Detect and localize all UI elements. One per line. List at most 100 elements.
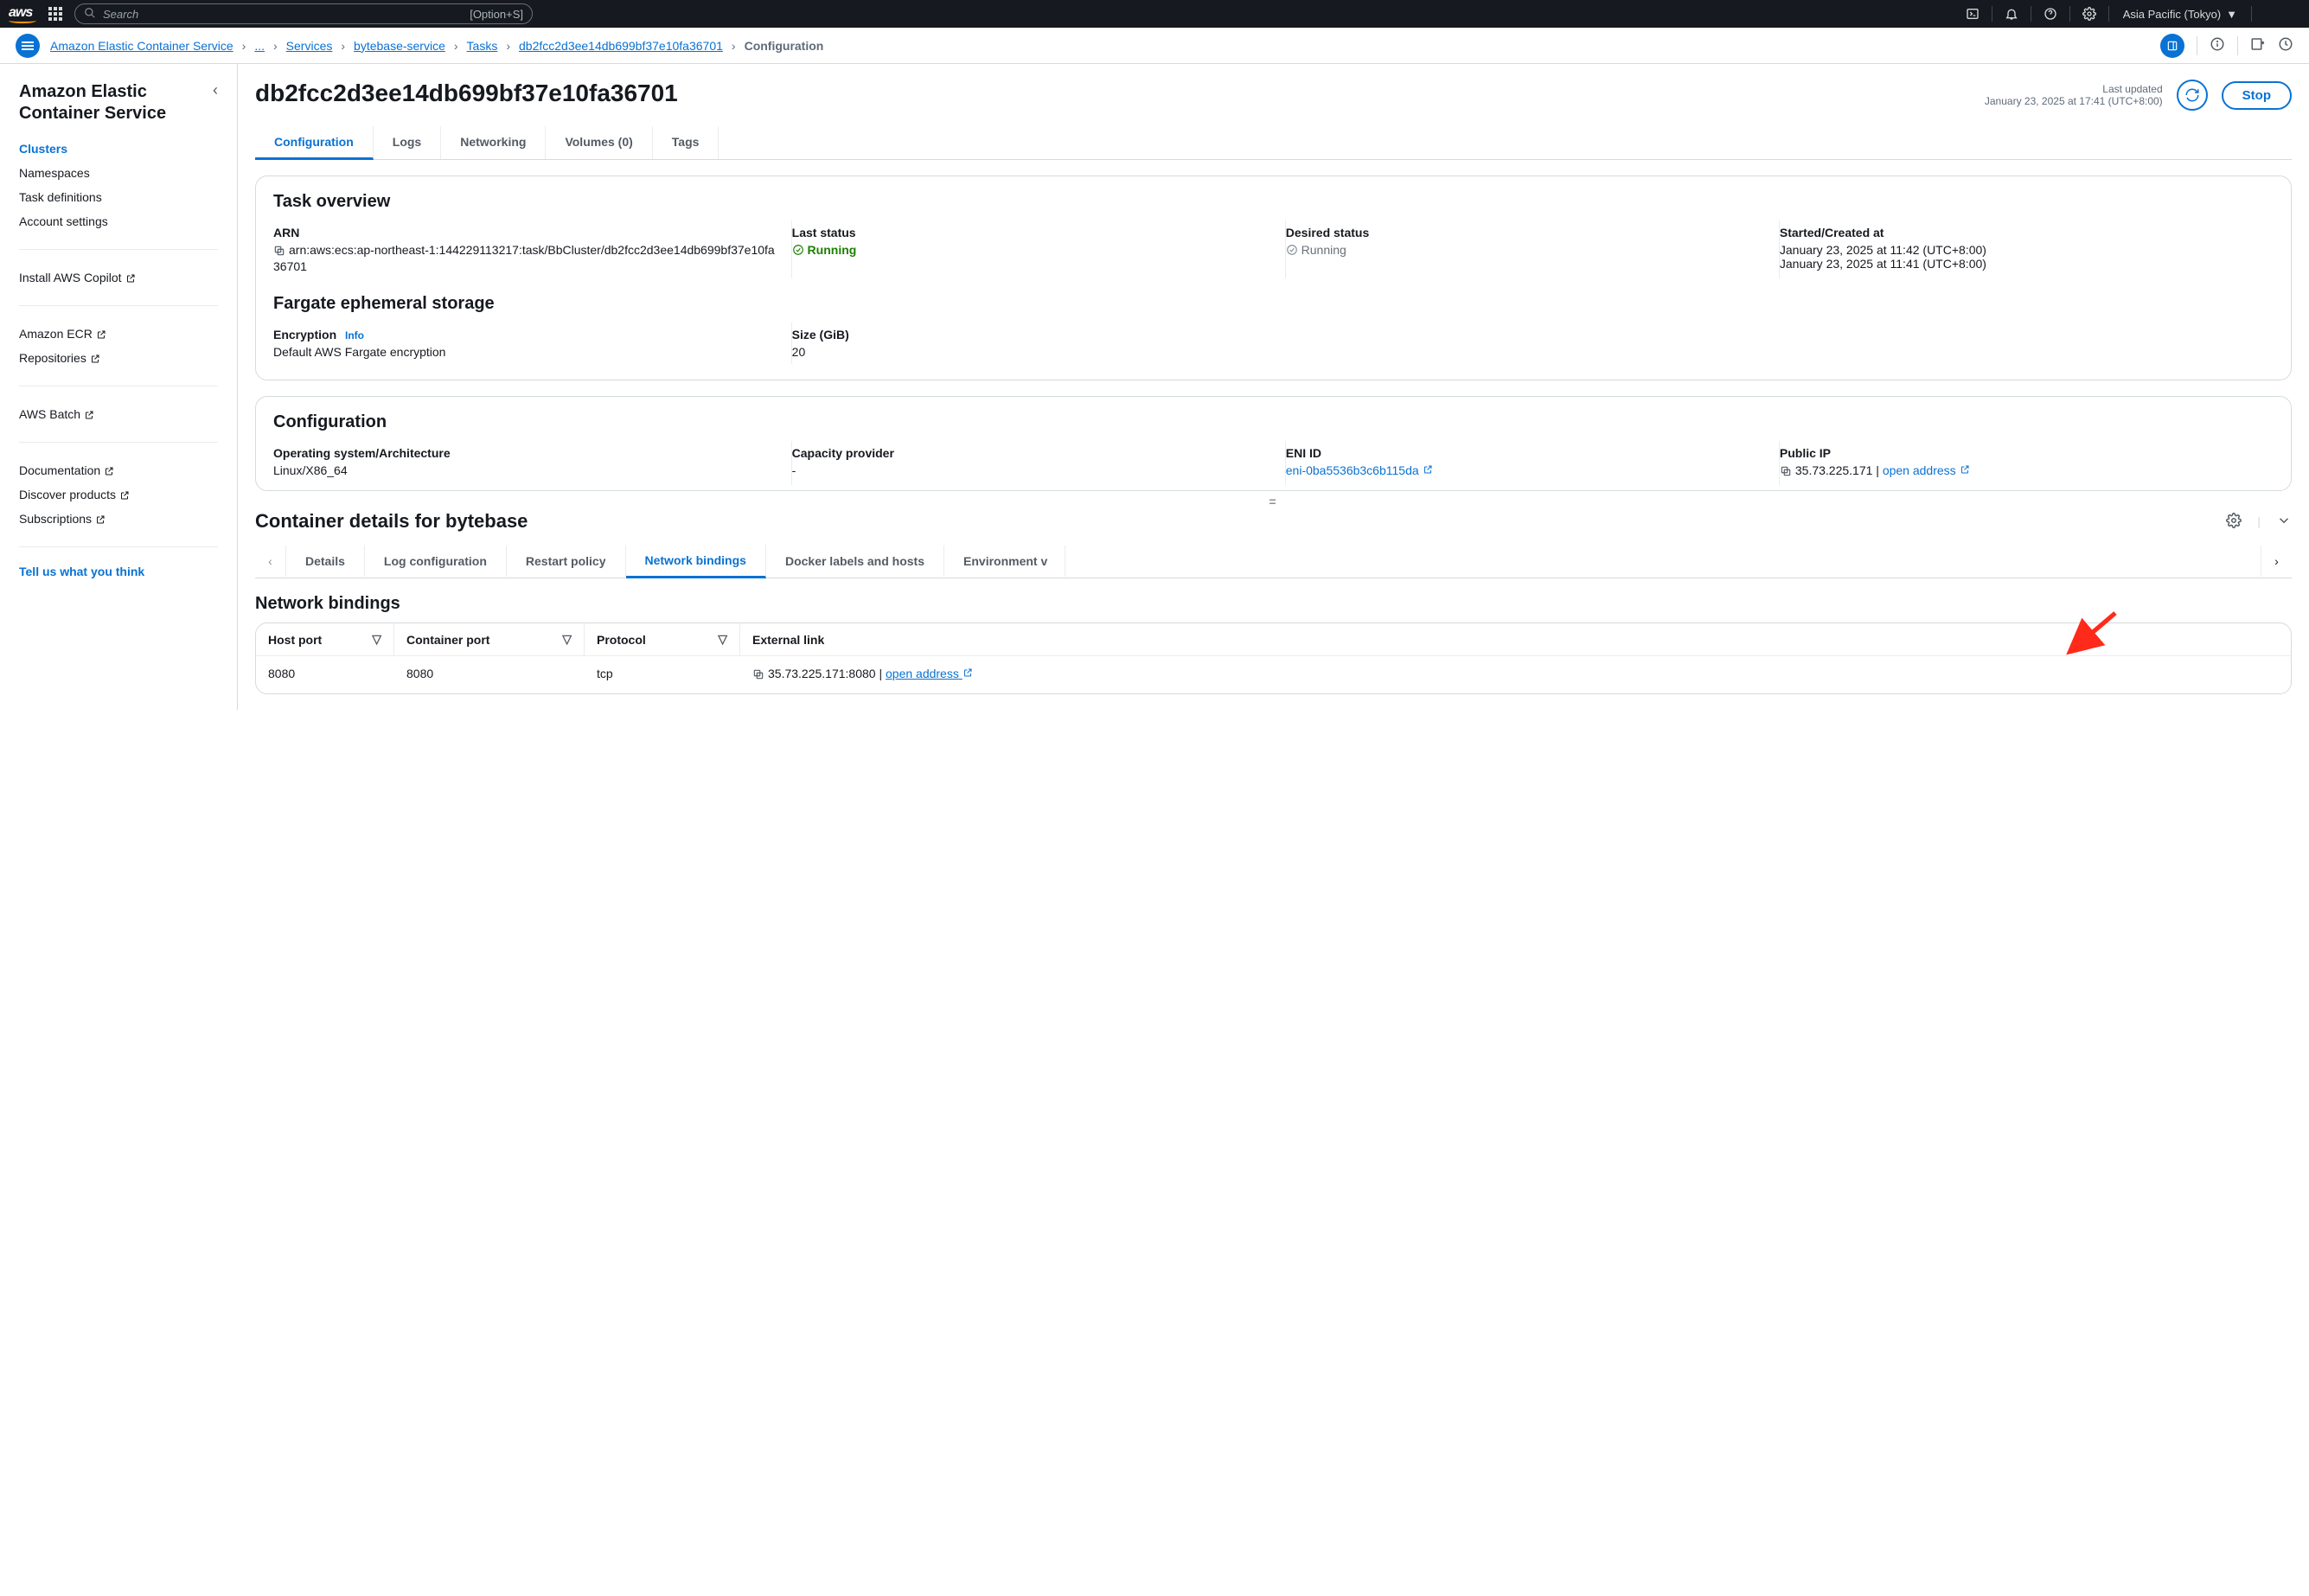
last-status-label: Last status [792,226,1273,239]
started-value-1: January 23, 2025 at 11:42 (UTC+8:00) [1780,243,2261,257]
tab-volumes[interactable]: Volumes (0) [546,126,652,159]
info-icon[interactable] [2210,36,2225,54]
gear-icon[interactable] [2226,513,2242,531]
breadcrumb-link[interactable]: db2fcc2d3ee14db699bf37e10fa36701 [519,39,723,53]
help-icon[interactable] [2037,0,2064,28]
tab-networking[interactable]: Networking [441,126,546,159]
main-content: db2fcc2d3ee14db699bf37e10fa36701 Last up… [238,64,2309,710]
container-details-head: Container details for bytebase | [255,510,2292,533]
search-placeholder: Search [103,8,138,21]
tab-details[interactable]: Details [286,546,365,577]
split-handle[interactable]: = [255,495,2292,508]
preferences-icon[interactable] [2250,36,2266,54]
recent-icon[interactable] [2278,36,2293,54]
container-details-heading: Container details for bytebase [255,510,528,533]
tabs-scroll-left[interactable]: ‹ [255,546,286,577]
container-tabs: ‹ Details Log configuration Restart poli… [255,545,2292,578]
tab-restart-policy[interactable]: Restart policy [507,546,626,577]
breadcrumb-link[interactable]: ... [254,39,265,53]
eni-id-link[interactable]: eni-0ba5536b3c6b115da [1286,463,1433,477]
stop-button[interactable]: Stop [2222,81,2292,110]
table-row: 8080 8080 tcp 35.73.225.171:8080 | open … [256,656,2291,693]
cell-container-port: 8080 [394,656,585,693]
size-label: Size (GiB) [792,328,1274,342]
cell-external-link: 35.73.225.171:8080 | open address [740,656,2291,693]
sort-icon[interactable]: ▽ [718,632,727,647]
sidebar-item-account-settings[interactable]: Account settings [19,209,218,233]
capacity-provider-value: - [792,463,1273,477]
sidebar-item-install-copilot[interactable]: Install AWS Copilot [19,265,218,290]
sidebar-item-clusters[interactable]: Clusters [19,137,218,161]
copy-icon[interactable] [1780,466,1792,480]
tab-docker-labels[interactable]: Docker labels and hosts [766,546,944,577]
cloudshell-icon[interactable] [1959,0,1986,28]
capacity-provider-label: Capacity provider [792,446,1273,460]
sidebar-item-subscriptions[interactable]: Subscriptions [19,507,218,531]
tab-configuration[interactable]: Configuration [255,126,374,160]
crumb-right-actions [2160,34,2293,58]
desired-status-label: Desired status [1286,226,1767,239]
copy-icon[interactable] [273,246,285,259]
tab-network-bindings[interactable]: Network bindings [626,545,766,578]
tabs-scroll-right[interactable]: › [2261,546,2292,577]
task-overview-panel: Task overview ARN arn:aws:ecs:ap-northea… [255,176,2292,380]
sidebar-feedback-link[interactable]: Tell us what you think [19,565,218,578]
settings-icon[interactable] [2076,0,2103,28]
breadcrumb-current: Configuration [745,39,824,53]
services-grid-icon[interactable] [48,7,62,21]
open-address-link[interactable]: open address [886,667,973,680]
sidebar-item-namespaces[interactable]: Namespaces [19,161,218,185]
chevron-right-icon: › [242,39,246,53]
tab-environment[interactable]: Environment v [944,546,1065,577]
chevron-right-icon: › [341,39,345,53]
col-container-port[interactable]: Container port▽ [394,623,585,656]
page-title: db2fcc2d3ee14db699bf37e10fa36701 [255,80,678,107]
public-ip-label: Public IP [1780,446,2261,460]
breadcrumb-link[interactable]: Tasks [467,39,498,53]
breadcrumb-link[interactable]: Amazon Elastic Container Service [50,39,233,53]
encryption-label: Encryption Info [273,328,779,342]
info-link[interactable]: Info [345,329,364,342]
notifications-icon[interactable] [1998,0,2025,28]
tab-tags[interactable]: Tags [653,126,720,159]
started-created-label: Started/Created at [1780,226,2261,239]
sidebar-item-documentation[interactable]: Documentation [19,458,218,482]
sidebar-item-amazon-ecr[interactable]: Amazon ECR [19,322,218,346]
col-protocol[interactable]: Protocol▽ [585,623,740,656]
size-value: 20 [792,345,1274,359]
configuration-heading: Configuration [273,412,2274,432]
copy-icon[interactable] [752,669,764,683]
col-host-port[interactable]: Host port▽ [256,623,394,656]
sort-icon[interactable]: ▽ [562,632,572,647]
chevron-down-icon[interactable] [2276,513,2292,531]
breadcrumb-link[interactable]: bytebase-service [354,39,445,53]
network-bindings-heading: Network bindings [255,594,2292,614]
fargate-storage-heading: Fargate ephemeral storage [273,294,2274,314]
aws-logo[interactable]: aws [9,5,36,23]
sidebar: ‹ Amazon Elastic Container Service Clust… [0,64,238,710]
last-status-value: Running [792,243,1273,257]
hamburger-menu-button[interactable] [16,34,40,58]
chevron-right-icon: › [273,39,278,53]
global-search-input[interactable]: Search [Option+S] [74,3,533,24]
open-address-link[interactable]: open address [1883,463,1970,477]
configuration-panel: Configuration Operating system/Architect… [255,396,2292,491]
os-arch-label: Operating system/Architecture [273,446,779,460]
sidebar-collapse-icon[interactable]: ‹ [213,81,218,99]
region-selector[interactable]: Asia Pacific (Tokyo) ▼ [2114,8,2246,21]
sidebar-item-repositories[interactable]: Repositories [19,346,218,370]
breadcrumb-link[interactable]: Services [286,39,333,53]
top-nav: aws Search [Option+S] Asia Pacific (Toky… [0,0,2309,28]
sidebar-item-aws-batch[interactable]: AWS Batch [19,402,218,426]
col-external-link: External link [740,623,2291,656]
network-bindings-table: Host port▽ Container port▽ Protocol▽ Ext… [255,622,2292,694]
arn-value: arn:aws:ecs:ap-northeast-1:144229113217:… [273,243,779,273]
panel-toggle-button[interactable] [2160,34,2184,58]
refresh-button[interactable] [2177,80,2208,111]
tab-log-configuration[interactable]: Log configuration [365,546,507,577]
tab-logs[interactable]: Logs [374,126,441,159]
sidebar-item-discover-products[interactable]: Discover products [19,482,218,507]
sort-icon[interactable]: ▽ [372,632,381,647]
sidebar-item-task-definitions[interactable]: Task definitions [19,185,218,209]
chevron-right-icon: › [454,39,458,53]
